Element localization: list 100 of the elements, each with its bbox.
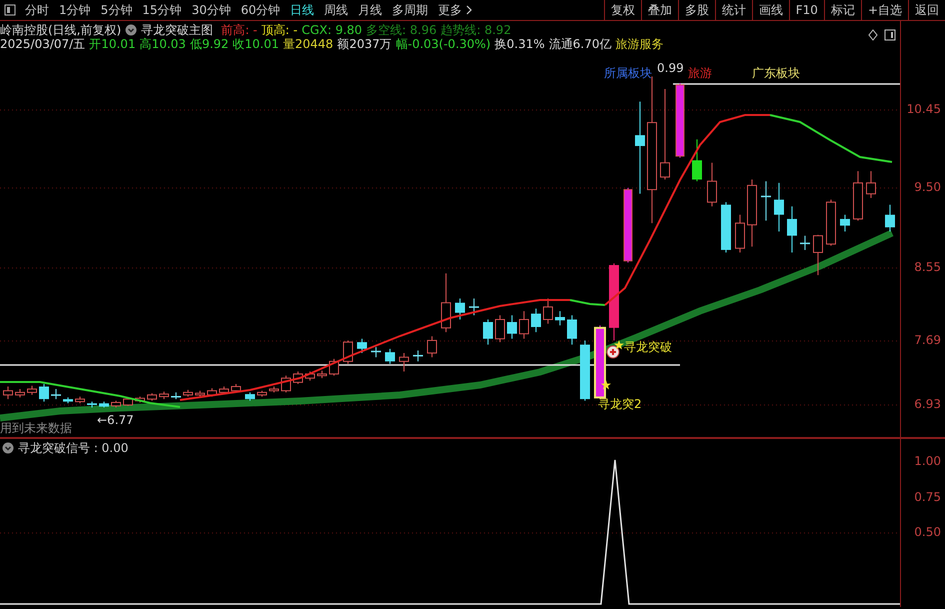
panel-icon	[4, 4, 16, 16]
toolbar-button[interactable]: +自选	[860, 0, 908, 20]
diamond-icon	[868, 29, 878, 41]
candlestick	[231, 384, 241, 393]
quote-field: 额2037万	[337, 37, 392, 52]
toolbar-button[interactable]: 标记	[824, 0, 861, 20]
candlestick	[469, 298, 479, 316]
chart-label: 寻龙突2	[598, 397, 642, 412]
dropdown-circle-icon	[2, 442, 14, 454]
more-tab[interactable]: 更多	[433, 0, 478, 20]
axis-label: 0.50	[914, 525, 941, 540]
toolbar-button[interactable]: 复权	[604, 0, 641, 20]
period-tab[interactable]: 15分钟	[137, 0, 187, 20]
candlestick	[531, 308, 541, 333]
indicator-name[interactable]: 寻龙突破主图	[141, 23, 214, 38]
quote-field: 高10.03	[140, 37, 186, 52]
period-tab[interactable]: 月线	[353, 0, 388, 20]
candlestick	[455, 298, 465, 320]
candlestick	[692, 138, 702, 182]
quote-field: 2025/03/07/五	[0, 37, 86, 52]
toolbar-button[interactable]: 画线	[752, 0, 789, 20]
toolbar-button[interactable]: 多股	[678, 0, 715, 20]
period-tab[interactable]: 日线	[285, 0, 320, 20]
dropdown-circle-icon	[125, 24, 138, 36]
indicator-value: 趋势线: 8.92	[440, 23, 512, 38]
toolbar-button[interactable]: F10	[788, 0, 824, 20]
period-tab[interactable]: 5分钟	[96, 0, 138, 20]
toolbar-button[interactable]: 返回	[908, 0, 945, 20]
candlestick	[135, 396, 145, 403]
period-tab[interactable]: 周线	[319, 0, 354, 20]
candlestick	[761, 180, 771, 222]
candlestick	[343, 340, 353, 364]
axis-label: 1.00	[914, 454, 941, 468]
stock-title: 岭南控股(日线,前复权)	[0, 23, 122, 38]
period-tab[interactable]: 60分钟	[236, 0, 286, 20]
candlestick	[866, 170, 876, 198]
candlestick	[567, 314, 577, 346]
candlestick	[245, 392, 255, 402]
candlestick	[257, 390, 267, 398]
candlestick	[207, 388, 217, 398]
star-icon	[614, 340, 624, 350]
candlestick	[885, 204, 895, 232]
candlestick	[707, 162, 717, 207]
star-icon	[601, 380, 611, 390]
candlestick	[99, 401, 109, 408]
period-tab[interactable]: 30分钟	[186, 0, 236, 20]
candlestick	[3, 386, 13, 400]
candlestick	[441, 272, 451, 333]
axis-label: 8.55	[914, 260, 941, 274]
candlestick	[813, 234, 823, 276]
axis-label: 9.50	[914, 180, 941, 194]
candlestick	[427, 336, 437, 358]
candlestick	[840, 214, 850, 232]
panel-toggle-icon	[884, 29, 896, 41]
indicator-value: 顶高: -	[261, 23, 298, 38]
candlestick	[483, 319, 493, 346]
candlestick	[123, 396, 133, 406]
candlestick	[293, 370, 303, 385]
quote-field: 收10.01	[232, 37, 280, 52]
period-tab[interactable]: 多周期	[387, 0, 434, 20]
candlestick	[735, 214, 745, 253]
candlestick	[27, 385, 37, 396]
candlestick	[305, 370, 315, 382]
candlestick	[63, 396, 73, 404]
candlestick	[507, 314, 517, 340]
candlestick	[774, 182, 784, 232]
candlestick	[111, 400, 121, 408]
candlestick	[721, 202, 731, 253]
candlestick	[555, 310, 565, 326]
plus-circle-icon	[606, 345, 620, 359]
candlestick	[147, 392, 157, 402]
quote-field: 旅游服务	[615, 37, 664, 52]
candlestick	[543, 298, 553, 324]
quote-field: 低9.92	[190, 37, 229, 52]
candlestick	[75, 396, 85, 404]
period-tab[interactable]: 分时	[20, 0, 54, 20]
quote-field: 流通6.70亿	[548, 37, 612, 52]
quote-field: 开10.01	[89, 37, 136, 52]
candlestick	[357, 338, 367, 354]
candlestick	[171, 392, 181, 400]
candlestick	[385, 348, 395, 364]
period-tab[interactable]: 1分钟	[54, 0, 96, 20]
candlestick	[519, 310, 529, 340]
chart-label: 旅游	[688, 66, 712, 80]
axis-label: 0.75	[914, 490, 941, 504]
toolbar-button[interactable]: 叠加	[640, 0, 678, 20]
candlestick	[87, 401, 97, 408]
candlestick	[15, 388, 25, 398]
chart-label: 寻龙突破	[624, 340, 672, 354]
toolbar-button[interactable]: 统计	[714, 0, 752, 20]
quote-field: 量20448	[283, 37, 334, 52]
chevron-right-icon	[466, 5, 472, 15]
candlestick	[800, 235, 810, 250]
candlestick	[39, 384, 49, 402]
indicator-name[interactable]: 寻龙突破信号 : 0.00	[18, 441, 128, 456]
candlestick	[159, 391, 169, 400]
axis-label: 10.45	[906, 102, 941, 116]
candlestick	[195, 390, 205, 398]
candlestick	[826, 199, 836, 246]
indicator-value: 前高: -	[221, 23, 258, 38]
